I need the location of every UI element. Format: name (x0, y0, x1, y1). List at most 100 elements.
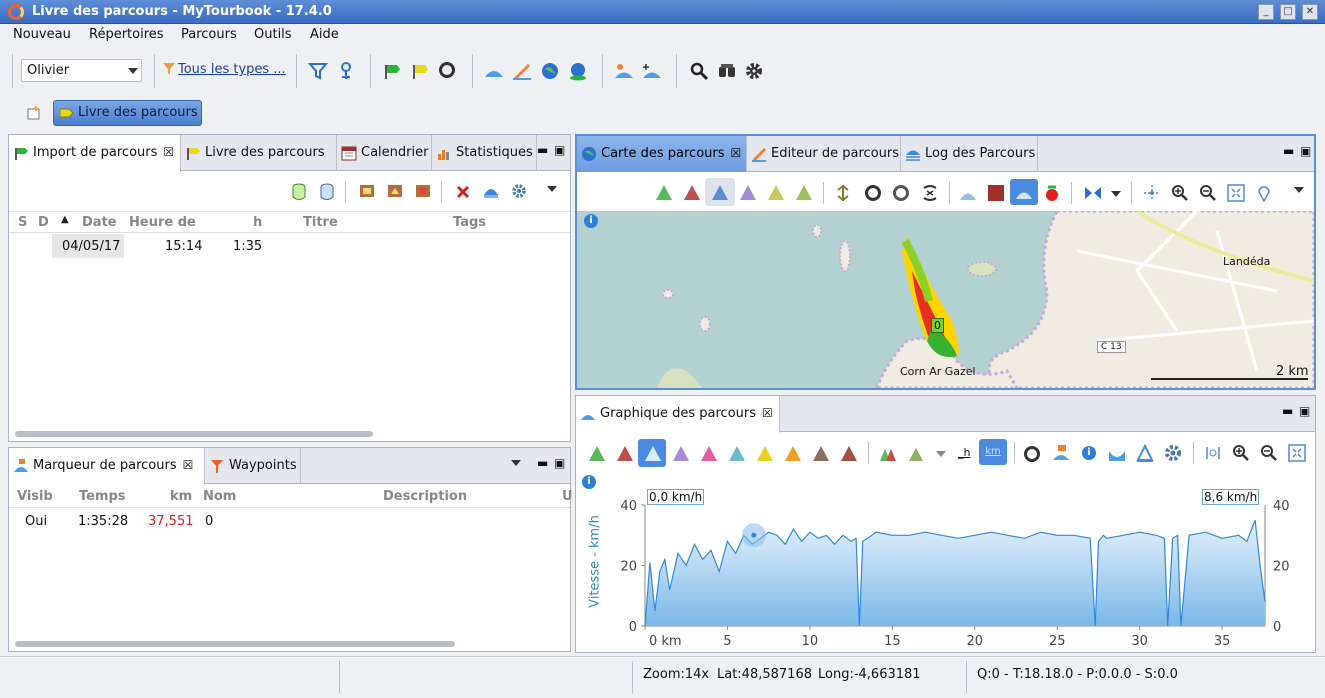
tour-chart-icon[interactable] (484, 61, 504, 81)
chevron-down-icon[interactable] (547, 186, 557, 192)
gear-icon[interactable] (511, 183, 527, 199)
open-perspective-icon[interactable] (26, 105, 42, 121)
zoom-marker-icon[interactable] (1204, 444, 1222, 462)
tab-tour-chart[interactable]: Graphique des parcours ☒ (576, 396, 780, 433)
tour-circle-icon[interactable] (439, 62, 455, 78)
graph-run-dyn-icon[interactable] (841, 446, 857, 461)
graph-power-icon[interactable] (701, 446, 717, 461)
minimize-icon[interactable]: ▬ (537, 456, 548, 470)
tour-type-filter-link[interactable]: Tous les types ... (178, 62, 286, 77)
yellow-flag-icon[interactable] (410, 61, 430, 81)
tour-start-end-icon[interactable] (1043, 184, 1061, 202)
table-row[interactable]: Oui 1:35:28 37,551 0 (9, 509, 570, 533)
menu-outils[interactable]: Outils (254, 27, 292, 42)
tour-direction-icon[interactable] (835, 184, 851, 202)
save-all-icon[interactable] (387, 183, 403, 199)
maximize-icon[interactable]: ▣ (1299, 404, 1310, 418)
geo-filter-icon[interactable] (336, 61, 356, 81)
zoom-in-icon[interactable] (1232, 444, 1250, 462)
graph-pulse-icon[interactable] (617, 446, 633, 461)
maximize-icon[interactable]: ▣ (554, 456, 565, 470)
table-row[interactable]: 04/05/17 15:14 1:35 (9, 234, 570, 258)
graph-temperature-icon[interactable] (729, 446, 745, 461)
close-icon[interactable]: ✕ (1302, 4, 1318, 20)
map-canvas[interactable]: Landéda Corn Ar Gazel C 13 0 i 2 km (577, 211, 1314, 388)
map-dim-button[interactable] (1010, 179, 1038, 205)
tour-info-circle-icon[interactable] (893, 185, 909, 201)
tour-filter-icon[interactable] (308, 61, 328, 81)
green-flag-icon[interactable] (382, 61, 402, 81)
tab-tour-log[interactable]: Log des Parcours (901, 136, 1038, 172)
graph-speed-icon[interactable] (645, 446, 661, 461)
save-tour-icon[interactable] (359, 183, 375, 199)
search-icon[interactable] (689, 61, 709, 81)
minimize-icon[interactable]: ▬ (1282, 404, 1293, 418)
zoom-fit-icon[interactable] (1288, 444, 1306, 462)
tab-calendar[interactable]: Calendrier (337, 135, 432, 171)
column-header[interactable]: Temps (79, 489, 126, 504)
user-select[interactable]: Olivier (21, 59, 142, 82)
graph-options-icon[interactable] (907, 445, 925, 463)
graph-combined-icon[interactable] (879, 445, 897, 463)
menu-aide[interactable]: Aide (310, 27, 339, 42)
tab-statistics[interactable]: Statistiques (432, 135, 537, 171)
gear-icon[interactable] (1164, 444, 1182, 462)
graph-pace-icon[interactable] (740, 185, 756, 200)
tab-tour-map[interactable]: Carte des parcours ☒ (577, 136, 747, 172)
speed-chart[interactable]: i 0 0 20 20 40 40 0 km 5 10 15 20 25 30 35 0,0 km/h 8… (577, 472, 1314, 652)
merge-tour-icon[interactable] (415, 183, 431, 199)
maximize-icon[interactable]: ▣ (554, 143, 565, 157)
minimize-icon[interactable]: _ (1258, 4, 1274, 20)
menu-parcours[interactable]: Parcours (181, 27, 237, 42)
column-header[interactable]: Nom (203, 489, 236, 504)
zoom-out-icon[interactable] (1199, 184, 1217, 202)
graph-min-max-icon[interactable] (1136, 444, 1154, 462)
maximize-icon[interactable]: ▣ (1300, 144, 1311, 158)
chevron-down-icon[interactable] (1111, 191, 1121, 197)
database-icon[interactable] (291, 183, 307, 201)
column-header[interactable]: U (562, 489, 573, 504)
graph-cadence-icon[interactable] (785, 446, 801, 461)
column-header[interactable]: Tags (453, 215, 486, 230)
column-header[interactable]: D (38, 215, 49, 230)
show-distance-icon[interactable]: km (979, 439, 1007, 465)
column-header[interactable]: h (253, 215, 262, 230)
close-icon[interactable]: ☒ (731, 146, 742, 160)
marker-icon[interactable] (1052, 444, 1070, 462)
menu-nouveau[interactable]: Nouveau (13, 27, 71, 42)
map-3d-icon[interactable] (568, 61, 588, 81)
delete-icon[interactable] (455, 184, 471, 200)
perspective-button[interactable]: Livre des parcours (53, 100, 202, 126)
column-header[interactable]: S (18, 215, 27, 230)
graph-altitude-icon[interactable] (589, 446, 605, 461)
chevron-down-icon[interactable] (1294, 187, 1304, 193)
info-icon[interactable]: i (584, 214, 598, 228)
graph-gears-icon[interactable] (813, 446, 829, 461)
binoculars-icon[interactable] (717, 61, 737, 81)
minimize-icon[interactable]: ▬ (1283, 144, 1294, 158)
gear-icon[interactable] (744, 61, 764, 81)
sync-icon[interactable] (921, 184, 939, 202)
tab-import[interactable]: Import de parcours ☒ (9, 135, 181, 172)
map-provider-icon[interactable] (1083, 184, 1103, 202)
minimize-icon[interactable]: ▬ (537, 143, 548, 157)
show-time-icon[interactable]: _h (958, 446, 970, 459)
compare-icon[interactable] (614, 61, 634, 81)
close-icon[interactable]: ☒ (183, 458, 194, 472)
column-header[interactable]: Visib (17, 489, 53, 504)
menu-repertoires[interactable]: Répertoires (89, 27, 164, 42)
horizontal-scrollbar[interactable] (15, 431, 373, 437)
close-icon[interactable]: ☒ (762, 406, 773, 420)
info-icon[interactable]: i (1082, 446, 1096, 460)
clear-view-icon[interactable] (483, 183, 499, 199)
center-map-icon[interactable] (1143, 184, 1161, 202)
zoom-out-icon[interactable] (1260, 444, 1278, 462)
graph-altitude-icon[interactable] (656, 185, 672, 200)
chart-slider-icon[interactable] (959, 184, 977, 202)
graph-pace-icon[interactable] (673, 446, 689, 461)
graph-gradient-icon[interactable] (757, 446, 773, 461)
tour-circle-icon[interactable] (1024, 446, 1040, 462)
chevron-down-icon[interactable] (936, 451, 946, 457)
database-reimport-icon[interactable] (319, 183, 335, 201)
valley-icon[interactable] (1108, 445, 1126, 463)
